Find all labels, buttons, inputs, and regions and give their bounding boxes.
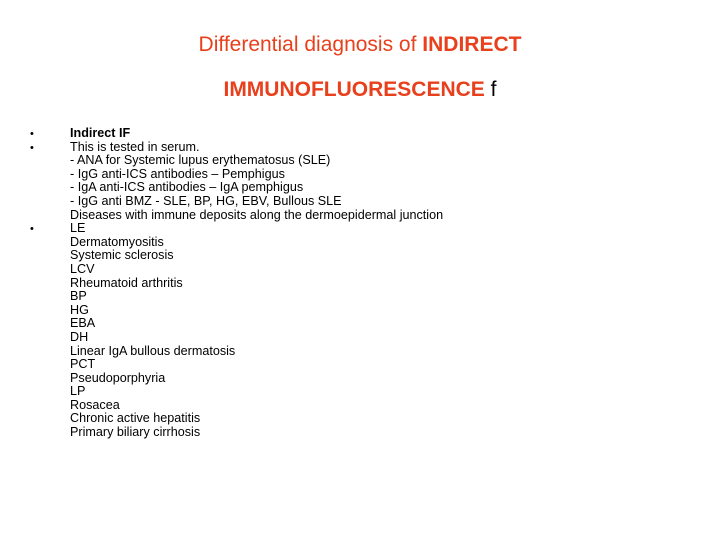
bullet-line: Systemic sclerosis	[70, 248, 174, 263]
bullet-item: LEDermatomyositisSystemic sclerosisLCVRh…	[30, 222, 443, 440]
bullet-line: Primary biliary cirrhosis	[70, 425, 201, 440]
bullet-line: Indirect IF	[70, 126, 131, 140]
slide-title-line-2: IMMUNOFLUORESCENCE f	[0, 78, 720, 102]
bullet-line: Chronic active hepatitis	[70, 411, 201, 426]
bullet-line: DH	[70, 329, 89, 344]
bullet-line: LP	[70, 384, 86, 399]
bullet-line: - ANA for Systemic lupus erythematosus (…	[70, 153, 331, 168]
bullet-line: Rheumatoid arthritis	[70, 275, 183, 290]
bullet-line: - IgA anti-ICS antibodies – IgA pemphigu…	[70, 180, 304, 195]
bullet-line: LCV	[70, 261, 95, 276]
bullet-line: HG	[70, 302, 89, 317]
bullet-line: Pseudoporphyria	[70, 370, 166, 385]
bullet-icon	[30, 222, 70, 237]
bullet-icon	[30, 141, 70, 156]
slide-title-line-1: Differential diagnosis of INDIRECT	[0, 33, 720, 57]
bullet-line: PCT	[70, 357, 96, 372]
bullet-line: Dermatomyositis	[70, 234, 164, 249]
bullet-line: Diseases with immune deposits along the …	[70, 207, 444, 222]
title-suffix: f	[484, 78, 497, 101]
bullet-line: LE	[70, 221, 86, 236]
bullet-icon	[30, 127, 70, 142]
bullet-line: BP	[70, 289, 87, 304]
bullet-line: Linear IgA bullous dermatosis	[70, 343, 236, 358]
bullet-item: This is tested in serum.- ANA for System…	[30, 139, 444, 223]
title-prefix: Differential diagnosis of	[198, 33, 423, 56]
bullet-line: - IgG anti BMZ - SLE, BP, HG, EBV, Bullo…	[70, 193, 342, 208]
title-bold-immunofluorescence: IMMUNOFLUORESCENCE	[223, 78, 485, 101]
title-bold-indirect: INDIRECT	[422, 33, 522, 56]
bullet-item: Indirect IF	[30, 126, 443, 142]
bullet-list: Indirect IFThis is tested in serum.- ANA…	[30, 126, 444, 440]
bullet-line: - IgG anti-ICS antibodies – Pemphigus	[70, 166, 285, 181]
bullet-line: This is tested in serum.	[70, 139, 200, 154]
bullet-line: EBA	[70, 316, 96, 331]
bullet-line: Rosacea	[70, 397, 120, 412]
